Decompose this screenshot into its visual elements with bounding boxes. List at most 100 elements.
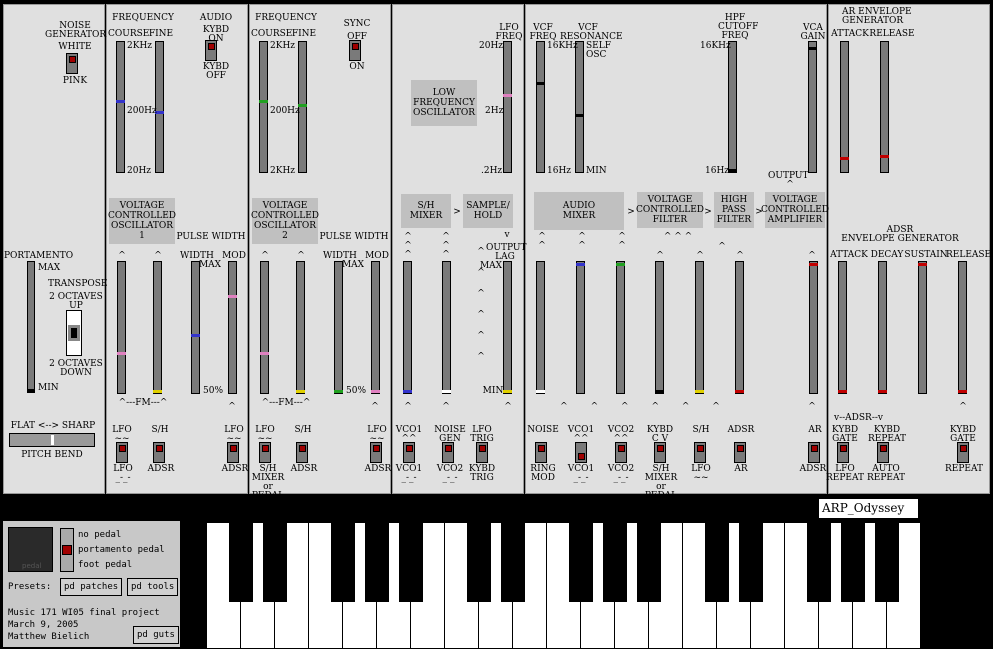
- black-key[interactable]: [331, 522, 355, 602]
- vco1-fm2-toggle[interactable]: [153, 442, 165, 463]
- vco1-mod-toggle[interactable]: [227, 442, 239, 463]
- mix-noise-toggle[interactable]: [535, 442, 547, 463]
- pitch-bend-label: PITCH BEND: [21, 450, 83, 460]
- mix-vco2-toggle[interactable]: [615, 442, 627, 463]
- black-key[interactable]: [603, 522, 627, 602]
- vco1-frequency-label: FREQUENCY: [112, 13, 174, 23]
- vcf-adsr-slider[interactable]: [735, 261, 744, 394]
- sync-toggle[interactable]: [349, 40, 361, 61]
- output-caret: ^: [786, 180, 794, 190]
- adsr-sustain-slider[interactable]: [918, 261, 927, 394]
- vco1-fm1-toggle[interactable]: [116, 442, 128, 463]
- vcf-arrow: >: [627, 207, 635, 217]
- f-sh-mixer-label: S/H MIXER or PEDAL: [644, 464, 678, 501]
- vco1-mod-slider[interactable]: [228, 261, 237, 394]
- mix-vco2-slider[interactable]: [616, 261, 625, 394]
- black-key[interactable]: [467, 522, 491, 602]
- ar-release-slider[interactable]: [880, 41, 889, 173]
- pd-tools-button[interactable]: pd tools: [127, 578, 179, 596]
- vcf-freq-slider[interactable]: [536, 41, 545, 173]
- vco1-course-slider[interactable]: [116, 41, 125, 173]
- ar-repeat-toggle[interactable]: [877, 442, 889, 463]
- vco2-mod-toggle[interactable]: [370, 442, 382, 463]
- adsr-attack-slider[interactable]: [838, 261, 847, 394]
- lag-slider[interactable]: [503, 261, 512, 394]
- black-key[interactable]: [637, 522, 661, 602]
- lfo-repeat-label: LFO REPEAT: [826, 464, 864, 483]
- kybd-off-label: KYBD OFF: [202, 62, 230, 81]
- vcf-kybd-slider[interactable]: [655, 261, 664, 394]
- vco2-width-slider[interactable]: [334, 261, 343, 394]
- ar-attack-slider[interactable]: [840, 41, 849, 173]
- adsr-gate-toggle[interactable]: [957, 442, 969, 463]
- hpf-box: HIGH PASS FILTER: [714, 192, 754, 228]
- kybd-trig-label: KYBD TRIG: [468, 464, 496, 483]
- f-adsr-label: ADSR: [727, 425, 755, 435]
- vco2-max-label: MAX: [341, 260, 365, 270]
- portamento-slider[interactable]: [27, 261, 35, 393]
- lfo-min-label: MIN: [482, 386, 504, 396]
- flat-sharp-label: FLAT <--> SHARP: [10, 421, 96, 431]
- vco1-fm2-slider[interactable]: [153, 261, 162, 394]
- transpose-switch[interactable]: [66, 310, 82, 356]
- vcf-adsr-toggle[interactable]: [734, 442, 746, 463]
- black-key[interactable]: [501, 522, 525, 602]
- black-key[interactable]: [841, 522, 865, 602]
- vcf-res-slider[interactable]: [575, 41, 584, 173]
- lfo-carets-b: ^ ^ ^: [442, 232, 450, 260]
- black-key[interactable]: [399, 522, 423, 602]
- hpf-slider[interactable]: [728, 41, 737, 173]
- vco2-course-slider[interactable]: [259, 41, 268, 173]
- lfo-box: LOW FREQUENCY OSCILLATOR: [411, 80, 477, 126]
- pedal-pad[interactable]: pedal: [8, 527, 53, 572]
- adsr-release-slider[interactable]: [958, 261, 967, 394]
- filter-carets-d: ^ ^ ^: [663, 232, 693, 242]
- vco2-fm1-slider[interactable]: [260, 261, 269, 394]
- pd-patches-button[interactable]: pd patches: [60, 578, 123, 596]
- black-key[interactable]: [739, 522, 763, 602]
- sh-mix1-toggle[interactable]: [403, 442, 415, 463]
- vcf-sh-slider[interactable]: [695, 261, 704, 394]
- sh-mix2-slider[interactable]: [442, 261, 451, 394]
- sh-mix2-toggle[interactable]: [442, 442, 454, 463]
- vco1-caret-3: ^: [228, 402, 236, 412]
- vca-ar-slider[interactable]: [809, 261, 818, 394]
- vca-gain-slider[interactable]: [808, 41, 817, 173]
- pitch-bend-slider[interactable]: [9, 433, 95, 447]
- filter-carets-row: ^ ^ ^ ^ ^ ^: [560, 402, 720, 412]
- black-key[interactable]: [875, 522, 899, 602]
- vca-toggle[interactable]: [808, 442, 820, 463]
- black-key[interactable]: [365, 522, 389, 602]
- sh-mix1-slider[interactable]: [403, 261, 412, 394]
- black-key[interactable]: [569, 522, 593, 602]
- ar-gate-toggle[interactable]: [837, 442, 849, 463]
- vco1-fm-label: ^---FM---^: [118, 398, 168, 408]
- trig-toggle[interactable]: [476, 442, 488, 463]
- vco2-mod-slider[interactable]: [371, 261, 380, 394]
- sync-on-label: ON: [349, 62, 365, 72]
- adsr-decay-slider[interactable]: [878, 261, 887, 394]
- vco2-fm2-toggle[interactable]: [296, 442, 308, 463]
- vco2-fm2-slider[interactable]: [296, 261, 305, 394]
- black-key[interactable]: [229, 522, 253, 602]
- mix-noise-slider[interactable]: [536, 261, 545, 394]
- noise-toggle[interactable]: [66, 53, 78, 74]
- audio-kybd-toggle[interactable]: [205, 40, 217, 61]
- pedal-radio-group[interactable]: [60, 528, 74, 572]
- black-key[interactable]: [705, 522, 729, 602]
- mix-vco1-slider[interactable]: [576, 261, 585, 394]
- vco1-fm1-slider[interactable]: [117, 261, 126, 394]
- black-key[interactable]: [807, 522, 831, 602]
- lfo-freq-slider[interactable]: [503, 41, 512, 173]
- vco2-fm1-toggle[interactable]: [259, 442, 271, 463]
- filter-carets-b: ^ ^: [578, 232, 586, 251]
- vco1-width-slider[interactable]: [191, 261, 200, 394]
- pd-guts-button[interactable]: pd guts: [133, 626, 179, 644]
- hpf-16-label: 16Hz: [705, 166, 730, 176]
- mix-vco1-toggle[interactable]: [575, 442, 587, 463]
- vcf-kybd-toggle[interactable]: [654, 442, 666, 463]
- f-ar-label: AR: [808, 425, 822, 435]
- vcf-sh-toggle[interactable]: [694, 442, 706, 463]
- auto-repeat-label: AUTO REPEAT: [867, 464, 905, 483]
- black-key[interactable]: [263, 522, 287, 602]
